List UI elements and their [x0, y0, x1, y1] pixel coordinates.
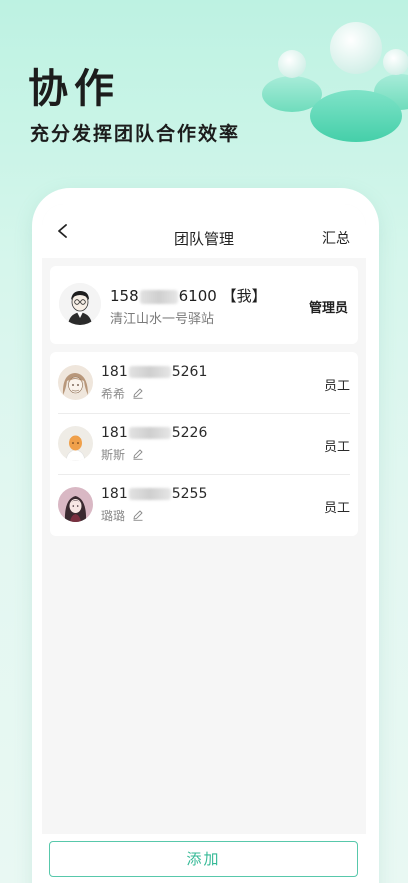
page-title: 团队管理 [173, 230, 234, 248]
summary-button[interactable]: 汇总 [322, 228, 350, 248]
member-name: 斯斯 [101, 446, 144, 463]
add-button[interactable]: 添加 [49, 841, 358, 877]
member-name-label: 璐璐 [101, 509, 126, 523]
member-role: 员工 [323, 379, 350, 394]
member-name: 希希 [101, 385, 144, 402]
edit-pencil-icon[interactable] [132, 387, 144, 399]
team-people-icon [262, 22, 408, 142]
nav-bar: 团队管理 汇总 [42, 204, 366, 258]
member-phone-prefix: 181 [101, 425, 128, 441]
member-phone: 181 5255 [101, 486, 207, 502]
member-phone-prefix: 181 [101, 364, 128, 380]
me-tag: 【我】 [221, 287, 267, 305]
member-name: 璐璐 [101, 507, 144, 524]
member-name-label: 希希 [101, 387, 126, 401]
user-avatar-icon [59, 283, 101, 325]
member-phone-suffix: 5255 [171, 486, 208, 502]
phone-mask [128, 427, 171, 439]
admin-phone-prefix: 158 [110, 287, 139, 305]
edit-pencil-icon[interactable] [132, 448, 144, 460]
member-list: 181 5261 希希 员工 181 5226 斯斯 员工 181 5255 璐… [50, 352, 358, 536]
member-phone: 181 5261 [101, 364, 207, 380]
member-name-label: 斯斯 [101, 448, 126, 462]
member-role: 员工 [323, 501, 350, 516]
member-role: 员工 [323, 440, 350, 455]
edit-pencil-icon[interactable] [132, 509, 144, 521]
phone-mask [139, 289, 178, 304]
admin-phone: 158 6100 【我】 [110, 285, 267, 306]
hero-subtitle: 充分发挥团队合作效率 [30, 123, 241, 145]
avatar [58, 487, 93, 522]
member-phone: 181 5226 [101, 425, 207, 441]
member-phone-suffix: 5226 [171, 425, 208, 441]
avatar [58, 426, 93, 461]
phone-mask [128, 366, 171, 378]
phone-mask [128, 488, 171, 500]
phone-screen: 团队管理 汇总 158 6100 【我】 清江山水一号驿站 管理员 181 52… [42, 204, 366, 834]
admin-phone-suffix: 6100 [178, 287, 217, 305]
avatar [58, 365, 93, 400]
member-row[interactable]: 181 5226 斯斯 员工 [50, 413, 358, 474]
hero-title: 协作 [28, 66, 120, 112]
admin-role-badge: 管理员 [308, 301, 348, 316]
admin-location: 清江山水一号驿站 [110, 312, 215, 327]
member-row[interactable]: 181 5261 希希 员工 [50, 352, 358, 413]
member-phone-prefix: 181 [101, 486, 128, 502]
member-row[interactable]: 181 5255 璐璐 员工 [50, 474, 358, 535]
member-phone-suffix: 5261 [171, 364, 208, 380]
admin-card[interactable]: 158 6100 【我】 清江山水一号驿站 管理员 [50, 266, 358, 344]
